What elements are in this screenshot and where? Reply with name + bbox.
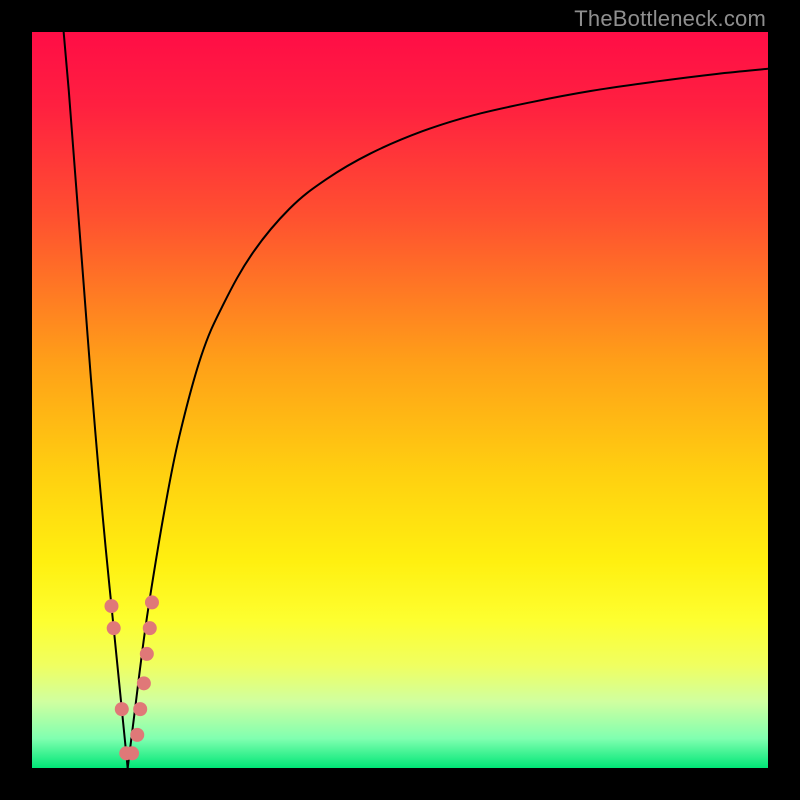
data-marker [130, 728, 144, 742]
data-marker [143, 621, 157, 635]
plot-area [32, 32, 768, 768]
data-marker [137, 676, 151, 690]
data-marker [125, 746, 139, 760]
chart-frame: TheBottleneck.com [0, 0, 800, 800]
data-marker [104, 599, 118, 613]
curve-left-branch [64, 32, 128, 768]
data-marker [140, 647, 154, 661]
data-marker [145, 595, 159, 609]
data-marker [133, 702, 147, 716]
watermark-text: TheBottleneck.com [574, 6, 766, 32]
bottleneck-curve [32, 32, 768, 768]
curve-right-branch [128, 69, 768, 768]
data-marker [115, 702, 129, 716]
data-marker [107, 621, 121, 635]
